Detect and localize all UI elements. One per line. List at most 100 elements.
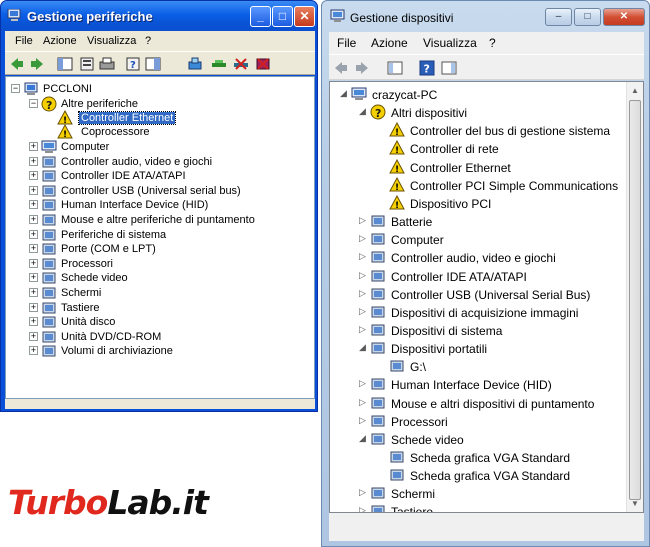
vista-menu-visualizza[interactable]: Visualizza [423, 36, 477, 50]
tree-category[interactable]: ◢ crazycat-PC [340, 86, 620, 104]
tree-category[interactable]: ▷ Human Interface Device (HID) [359, 376, 620, 394]
expand-toggle[interactable]: + [29, 273, 38, 283]
vista-close-button[interactable]: ✕ [603, 8, 645, 26]
tree-category[interactable]: + Periferiche di sistema [29, 227, 309, 243]
xp-title-bar[interactable]: Gestione periferiche _ □ ✕ [1, 1, 317, 31]
console-tree-icon[interactable] [145, 56, 161, 72]
collapse-toggle[interactable]: − [11, 84, 20, 93]
tree-device[interactable]: ! Controller PCI Simple Communications [378, 176, 620, 195]
tree-device-coprocessore[interactable]: ! Coprocessore [49, 124, 309, 140]
tree-device[interactable]: ! Controller Ethernet [378, 158, 620, 177]
tree-category[interactable]: ▷ Batterie [359, 213, 620, 231]
tree-category[interactable]: ◢ Schede video [359, 431, 620, 449]
expand-toggle[interactable]: + [29, 171, 38, 181]
expand-toggle[interactable]: + [29, 185, 38, 195]
tree-category[interactable]: + Controller audio, video e giochi [29, 154, 309, 170]
uninstall-icon[interactable] [255, 56, 271, 72]
tree-category[interactable]: ▷ Computer [359, 231, 620, 249]
help-icon[interactable]: ? [125, 56, 141, 72]
scan-hardware-icon[interactable] [187, 56, 203, 72]
tree-category[interactable]: + Mouse e altre periferiche di puntamento [29, 212, 309, 228]
expand-arrow-icon[interactable]: ▷ [359, 397, 369, 409]
properties-icon[interactable] [79, 56, 95, 72]
xp-menu-visualizza[interactable]: Visualizza [87, 35, 136, 47]
expand-arrow-icon[interactable]: ▷ [359, 270, 369, 282]
tree-category[interactable]: ▷ Processori [359, 413, 620, 431]
expand-toggle[interactable]: + [29, 215, 38, 224]
scroll-up-arrow[interactable]: ▲ [627, 82, 643, 99]
tree-device[interactable]: Scheda grafica VGA Standard [378, 449, 620, 467]
xp-tree-root[interactable]: − PCCLONI [11, 81, 311, 97]
expand-toggle[interactable]: + [29, 258, 38, 268]
back-arrow-icon[interactable] [9, 56, 25, 72]
show-hide-console-icon[interactable] [57, 56, 73, 72]
tree-category[interactable]: + Human Interface Device (HID) [29, 197, 309, 213]
xp-menu-help[interactable]: ? [145, 35, 151, 47]
vista-maximize-button[interactable]: □ [574, 8, 601, 26]
tree-category[interactable]: ▷ Tastiere [359, 503, 620, 512]
vertical-scrollbar[interactable]: ▲ ▼ [626, 82, 643, 512]
vista-minimize-button[interactable]: – [545, 8, 572, 26]
forward-arrow-icon[interactable] [29, 56, 45, 72]
disable-icon[interactable] [233, 56, 249, 72]
collapse-arrow-icon[interactable]: ◢ [340, 88, 350, 100]
tree-category[interactable]: + Schermi [29, 285, 309, 301]
tree-category[interactable]: ▷ Controller IDE ATA/ATAPI [359, 268, 620, 286]
tree-category[interactable]: + Porte (COM e LPT) [29, 241, 309, 257]
tree-category[interactable]: ◢? Altri dispositivi [359, 104, 620, 122]
expand-arrow-icon[interactable]: ▷ [359, 324, 369, 336]
expand-toggle[interactable]: + [29, 302, 38, 312]
tree-category[interactable]: + Schede video [29, 270, 309, 286]
collapse-arrow-icon[interactable]: ◢ [359, 342, 369, 354]
expand-arrow-icon[interactable]: ▷ [359, 487, 369, 499]
expand-toggle[interactable]: + [29, 200, 38, 210]
print-icon[interactable] [99, 56, 115, 72]
expand-arrow-icon[interactable]: ▷ [359, 233, 369, 245]
tree-category[interactable]: ▷ Controller USB (Universal Serial Bus) [359, 286, 620, 304]
tree-device[interactable]: Scheda grafica VGA Standard [378, 467, 620, 485]
tree-category[interactable]: + Processori [29, 256, 309, 272]
expand-toggle[interactable]: + [29, 317, 38, 327]
forward-arrow-icon[interactable] [354, 60, 370, 76]
expand-arrow-icon[interactable]: ▷ [359, 378, 369, 390]
tree-category[interactable]: ▷ Dispositivi di sistema [359, 322, 620, 340]
expand-toggle[interactable]: + [29, 346, 38, 356]
expand-toggle[interactable]: + [29, 331, 38, 341]
expand-arrow-icon[interactable]: ▷ [359, 306, 369, 318]
tree-category[interactable]: + Controller USB (Universal serial bus) [29, 183, 309, 199]
back-arrow-icon[interactable] [333, 60, 349, 76]
update-driver-icon[interactable] [211, 56, 227, 72]
scroll-down-arrow[interactable]: ▼ [627, 495, 643, 512]
collapse-toggle[interactable]: − [29, 99, 38, 108]
tree-category[interactable]: ▷ Mouse e altri dispositivi di puntamento [359, 395, 620, 413]
help-icon[interactable]: ? [419, 60, 435, 76]
console-tree-icon[interactable] [441, 60, 457, 76]
tree-category[interactable]: ▷ Controller audio, video e giochi [359, 249, 620, 267]
collapse-arrow-icon[interactable]: ◢ [359, 106, 369, 118]
tree-category[interactable]: + Tastiere [29, 300, 309, 316]
vista-menu-azione[interactable]: Azione [371, 36, 408, 50]
xp-close-button[interactable]: ✕ [294, 6, 315, 27]
tree-category[interactable]: + Volumi di archiviazione [29, 343, 309, 359]
tree-device[interactable]: ! Dispositivo PCI [378, 194, 620, 213]
tree-category[interactable]: ▷ Schermi [359, 485, 620, 503]
expand-arrow-icon[interactable]: ▷ [359, 251, 369, 263]
tree-category[interactable]: ▷ Dispositivi di acquisizione immagini [359, 304, 620, 322]
xp-menu-file[interactable]: File [15, 35, 33, 47]
expand-toggle[interactable]: + [29, 142, 38, 151]
tree-device[interactable]: G:\ [378, 358, 620, 376]
expand-arrow-icon[interactable]: ▷ [359, 415, 369, 427]
scroll-thumb[interactable] [629, 100, 641, 500]
xp-minimize-button[interactable]: _ [250, 6, 271, 27]
vista-menu-help[interactable]: ? [489, 36, 496, 50]
tree-device[interactable]: ! Controller di rete [378, 140, 620, 158]
expand-arrow-icon[interactable]: ▷ [359, 288, 369, 300]
xp-maximize-button[interactable]: □ [272, 6, 293, 27]
show-hide-console-icon[interactable] [387, 60, 403, 76]
tree-category[interactable]: ◢ Dispositivi portatili [359, 340, 620, 358]
tree-category[interactable]: + Controller IDE ATA/ATAPI [29, 168, 309, 184]
vista-title-bar[interactable]: Gestione dispositivi – □ ✕ [322, 1, 649, 31]
collapse-arrow-icon[interactable]: ◢ [359, 433, 369, 445]
expand-toggle[interactable]: + [29, 244, 38, 254]
vista-menu-file[interactable]: File [337, 36, 356, 50]
